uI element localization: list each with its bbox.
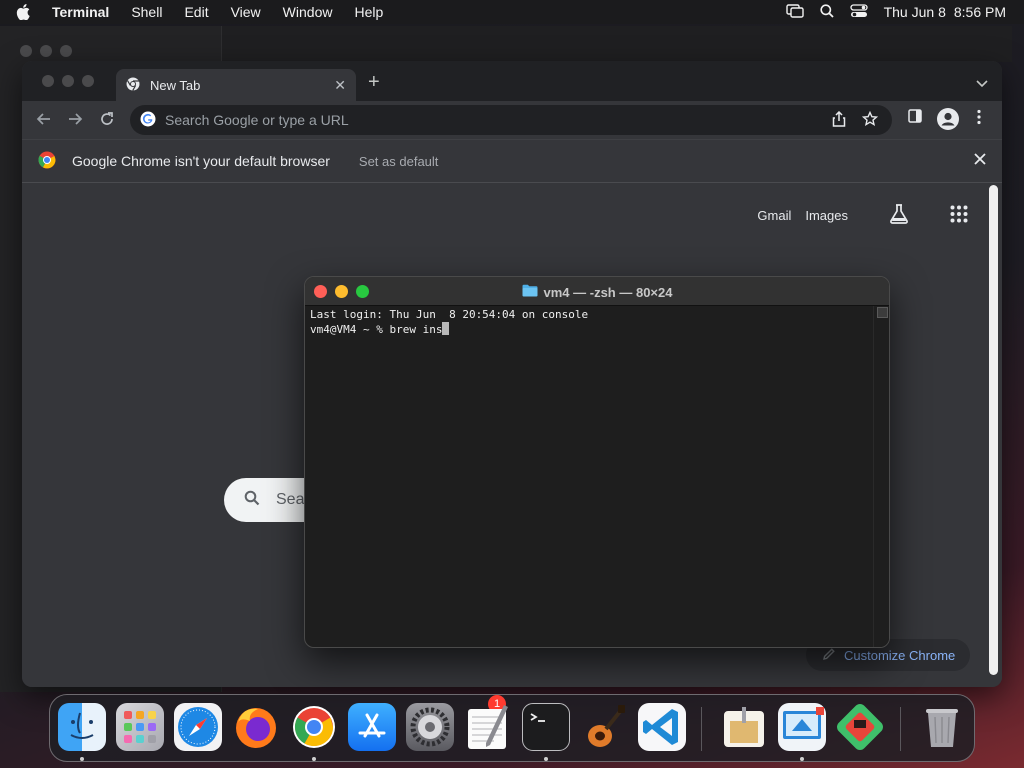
gmail-link[interactable]: Gmail bbox=[757, 208, 791, 223]
dock-archive-utility-icon[interactable] bbox=[720, 703, 768, 751]
ntp-top-links: Gmail Images bbox=[757, 203, 968, 228]
ntp-search-hint: Sea bbox=[276, 491, 305, 508]
chrome-tab-icon bbox=[126, 77, 140, 94]
pencil-icon bbox=[822, 647, 836, 664]
chrome-toolbar: Search Google or type a URL bbox=[22, 101, 1002, 139]
set-as-default-button[interactable]: Set as default bbox=[359, 154, 439, 169]
dock-terminal-icon[interactable] bbox=[522, 703, 570, 751]
back-arrow-icon[interactable] bbox=[36, 111, 52, 132]
dock-finder-icon[interactable] bbox=[58, 703, 106, 751]
clock-date: Thu Jun 8 bbox=[883, 4, 946, 20]
page-scrollbar[interactable] bbox=[986, 183, 1002, 687]
default-browser-infobar: Google Chrome isn't your default browser… bbox=[22, 139, 1002, 183]
bookmark-star-icon[interactable] bbox=[861, 110, 879, 130]
google-apps-grid-icon[interactable] bbox=[950, 205, 968, 226]
chrome-menu-icon[interactable] bbox=[977, 109, 981, 125]
menu-shell[interactable]: Shell bbox=[120, 4, 173, 20]
menu-view[interactable]: View bbox=[220, 4, 272, 20]
folder-icon bbox=[522, 284, 538, 300]
clock-time: 8:56 PM bbox=[953, 4, 1006, 20]
dock-separator bbox=[701, 707, 702, 751]
dock-launchpad-icon[interactable] bbox=[116, 703, 164, 751]
terminal-cursor bbox=[442, 322, 450, 335]
infobar-message: Google Chrome isn't your default browser bbox=[72, 153, 330, 169]
dock-trash-icon[interactable] bbox=[918, 703, 966, 751]
infobar-close-icon[interactable] bbox=[974, 152, 986, 168]
terminal-split-icon[interactable] bbox=[877, 307, 888, 318]
chrome-logo-icon bbox=[38, 151, 56, 172]
labs-flask-icon[interactable] bbox=[888, 203, 910, 228]
tab-new-tab[interactable]: New Tab ✕ bbox=[116, 69, 356, 101]
terminal-titlebar[interactable]: vm4 — -zsh — 80×24 bbox=[305, 277, 889, 306]
images-link[interactable]: Images bbox=[805, 208, 848, 223]
dock-chrome-icon[interactable] bbox=[290, 703, 338, 751]
search-icon bbox=[244, 490, 260, 511]
terminal-command-text: vm4@VM4 ~ % brew ins bbox=[310, 323, 443, 336]
tab-title: New Tab bbox=[150, 77, 201, 93]
terminal-prompt-line[interactable]: vm4@VM4 ~ % brew ins bbox=[310, 322, 870, 337]
dock-running-indicator bbox=[544, 757, 548, 761]
customize-chrome-label: Customize Chrome bbox=[844, 647, 956, 663]
dock-running-indicator bbox=[80, 757, 84, 761]
dock-gameboy-emulator-icon[interactable] bbox=[836, 703, 884, 751]
spotlight-search-icon[interactable] bbox=[819, 3, 834, 21]
page-scrollbar-thumb[interactable] bbox=[989, 185, 998, 675]
dock-separator bbox=[900, 707, 901, 751]
profile-avatar-icon[interactable] bbox=[937, 108, 959, 130]
new-tab-button[interactable]: + bbox=[368, 72, 380, 92]
dock-firefox-icon[interactable] bbox=[232, 703, 280, 751]
terminal-output[interactable]: Last login: Thu Jun 8 20:54:04 on consol… bbox=[310, 308, 870, 337]
terminal-last-login-line: Last login: Thu Jun 8 20:54:04 on consol… bbox=[310, 308, 589, 321]
dock-running-indicator bbox=[800, 757, 804, 761]
omnibox-placeholder: Search Google or type a URL bbox=[165, 112, 349, 128]
terminal-scrollbar[interactable] bbox=[873, 306, 889, 647]
omnibox[interactable]: Search Google or type a URL bbox=[130, 105, 892, 135]
menu-edit[interactable]: Edit bbox=[173, 4, 219, 20]
terminal-title-text: vm4 — -zsh — 80×24 bbox=[543, 284, 673, 300]
dock-vscode-icon[interactable] bbox=[638, 703, 686, 751]
menu-app-name[interactable]: Terminal bbox=[46, 4, 120, 20]
menu-window[interactable]: Window bbox=[272, 4, 344, 20]
dock-garageband-icon[interactable] bbox=[580, 703, 628, 751]
background-window-titlebar bbox=[222, 26, 1012, 62]
screen-mirroring-icon[interactable] bbox=[785, 3, 804, 21]
dock: 1 bbox=[49, 694, 975, 762]
menu-help[interactable]: Help bbox=[343, 4, 394, 20]
menu-bar: Terminal Shell Edit View Window Help Thu… bbox=[0, 0, 1024, 24]
dock-remote-desktop-icon[interactable] bbox=[778, 703, 826, 751]
dock-running-indicator bbox=[312, 757, 316, 761]
dock-app-store-icon[interactable] bbox=[348, 703, 396, 751]
forward-arrow-icon[interactable] bbox=[67, 111, 83, 132]
dock-system-settings-icon[interactable] bbox=[406, 703, 454, 751]
tab-close-icon[interactable]: ✕ bbox=[334, 77, 346, 94]
tab-strip: New Tab ✕ + bbox=[22, 61, 1002, 101]
google-g-icon bbox=[140, 111, 156, 130]
menu-clock[interactable]: Thu Jun 8 8:56 PM bbox=[884, 4, 1006, 20]
dock-safari-icon[interactable] bbox=[174, 703, 222, 751]
terminal-title: vm4 — -zsh — 80×24 bbox=[305, 284, 889, 300]
control-center-icon[interactable] bbox=[849, 3, 868, 21]
terminal-window[interactable]: vm4 — -zsh — 80×24 Last login: Thu Jun 8… bbox=[304, 276, 890, 648]
dock-textedit-icon[interactable] bbox=[464, 703, 512, 751]
side-panel-icon[interactable] bbox=[908, 109, 922, 123]
reload-icon[interactable] bbox=[99, 111, 115, 132]
apple-menu-icon[interactable] bbox=[0, 4, 46, 20]
chrome-window-controls[interactable] bbox=[42, 75, 94, 87]
tab-search-chevron-icon[interactable] bbox=[976, 75, 988, 93]
share-icon[interactable] bbox=[832, 110, 846, 130]
background-window-controls bbox=[20, 45, 72, 57]
